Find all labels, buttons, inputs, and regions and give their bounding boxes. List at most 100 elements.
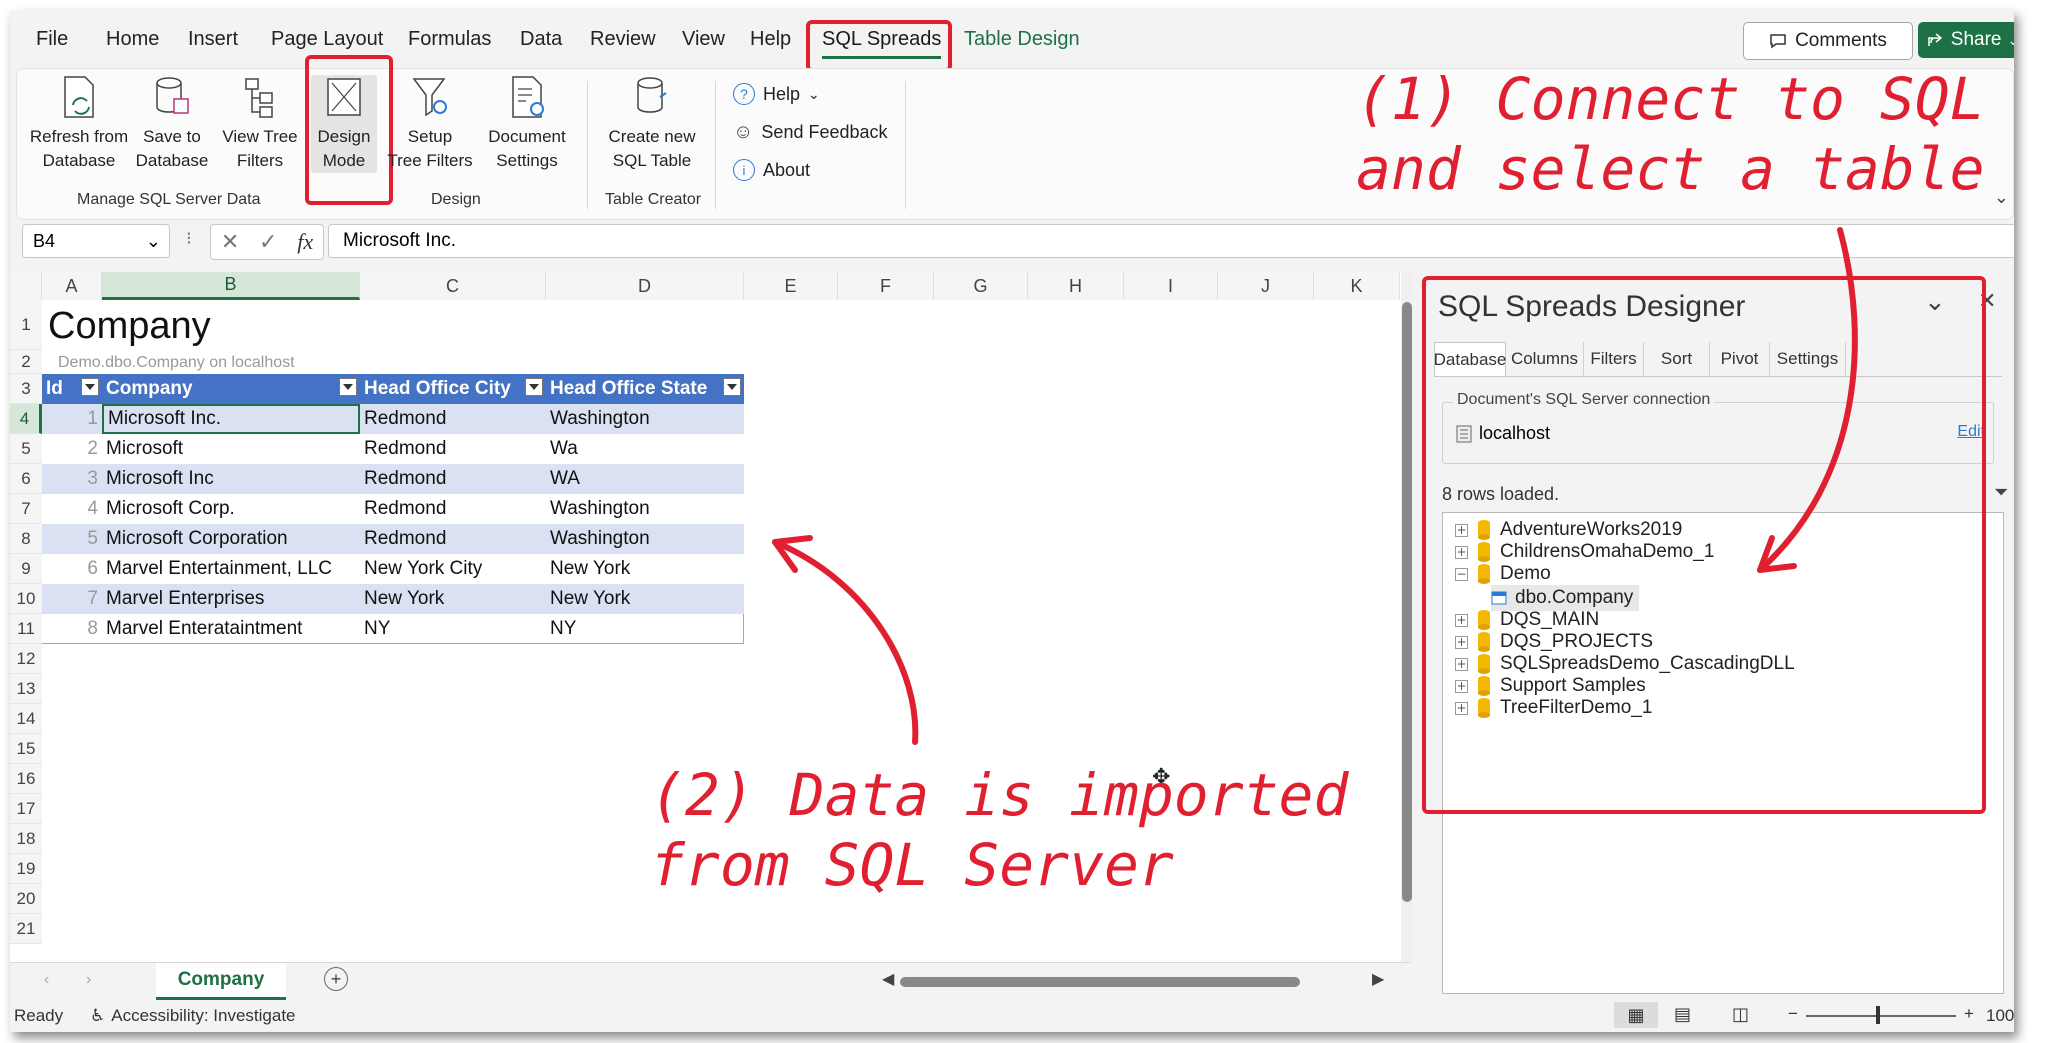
expand-icon[interactable]: + — [1455, 702, 1468, 715]
expand-icon[interactable]: + — [1455, 546, 1468, 559]
column-header[interactable]: G — [934, 272, 1028, 300]
page-layout-view-icon[interactable]: ▤ — [1674, 1004, 1691, 1025]
table-cell-id[interactable]: 4 — [42, 494, 102, 524]
table-cell-id[interactable]: 2 — [42, 434, 102, 464]
table-cell-state[interactable]: NY — [546, 614, 744, 644]
table-header-id[interactable]: Id — [42, 374, 102, 404]
column-header[interactable]: I — [1124, 272, 1218, 300]
menu-review[interactable]: Review — [590, 28, 656, 51]
row-header[interactable]: 20 — [10, 884, 42, 914]
enter-icon[interactable]: ✓ — [259, 229, 277, 255]
zoom-out-icon[interactable]: − — [1788, 1004, 1798, 1024]
prev-sheet-icon[interactable]: ‹ — [44, 971, 49, 989]
send-feedback-button[interactable]: ☺ Send Feedback — [733, 121, 888, 144]
tree-item[interactable]: −Demo — [1455, 561, 1551, 587]
table-cell-state[interactable]: New York — [546, 584, 744, 614]
filter-dropdown-icon[interactable] — [81, 378, 99, 396]
column-header[interactable]: H — [1028, 272, 1124, 300]
filter-dropdown-icon[interactable] — [723, 378, 741, 396]
column-header[interactable]: D — [546, 272, 744, 300]
row-header[interactable]: 10 — [10, 584, 42, 614]
menu-home[interactable]: Home — [106, 28, 159, 51]
normal-view-icon[interactable]: ▦ — [1614, 1002, 1658, 1028]
table-cell-company[interactable]: Microsoft Corp. — [102, 494, 360, 524]
row-header[interactable]: 11 — [10, 614, 42, 644]
table-cell-city[interactable]: Redmond — [360, 494, 546, 524]
setup-tree-filters-button[interactable]: Setup Tree Filters — [385, 75, 475, 173]
create-new-sql-table-button[interactable]: Create new SQL Table — [597, 75, 707, 173]
column-header[interactable]: F — [838, 272, 934, 300]
zoom-slider[interactable] — [1806, 1015, 1956, 1017]
sheet-subtitle[interactable]: Demo.dbo.Company on localhost — [54, 352, 295, 374]
table-cell-id[interactable]: 5 — [42, 524, 102, 554]
pane-tab-filters[interactable]: Filters — [1584, 342, 1644, 376]
cancel-icon[interactable]: ✕ — [221, 229, 239, 255]
document-settings-button[interactable]: Document Settings — [479, 75, 575, 173]
menu-data[interactable]: Data — [520, 28, 562, 51]
table-cell-city[interactable]: Redmond — [360, 524, 546, 554]
row-header[interactable]: 12 — [10, 644, 42, 674]
table-cell-city[interactable]: Redmond — [360, 464, 546, 494]
table-cell-state[interactable]: Washington — [546, 524, 744, 554]
scroll-thumb[interactable] — [1402, 302, 1412, 902]
share-button[interactable]: Share ⌄ — [1918, 22, 2014, 58]
column-header[interactable]: E — [744, 272, 838, 300]
zoom-in-icon[interactable]: + — [1964, 1004, 1974, 1024]
table-cell-state[interactable]: Washington — [546, 494, 744, 524]
view-tree-filters-button[interactable]: View Tree Filters — [215, 75, 305, 173]
about-button[interactable]: i About — [733, 159, 810, 181]
menu-file[interactable]: File — [36, 28, 68, 51]
table-cell-company[interactable]: Marvel Entertainment, LLC — [102, 554, 360, 584]
row-header[interactable]: 21 — [10, 914, 42, 944]
table-cell-city[interactable]: Redmond — [360, 404, 546, 434]
sheet-title[interactable]: Company — [44, 302, 211, 350]
column-header[interactable]: J — [1218, 272, 1314, 300]
row-header[interactable]: 15 — [10, 734, 42, 764]
row-header[interactable]: 16 — [10, 764, 42, 794]
row-header[interactable]: 3 — [10, 374, 42, 404]
menu-insert[interactable]: Insert — [188, 28, 238, 51]
table-cell-company[interactable]: Marvel Enterataintment — [102, 614, 360, 644]
menu-formulas[interactable]: Formulas — [408, 28, 491, 51]
scroll-right-icon[interactable]: ▶ — [1372, 969, 1384, 989]
table-cell-id[interactable]: 6 — [42, 554, 102, 584]
table-cell-id[interactable]: 3 — [42, 464, 102, 494]
menu-help[interactable]: Help — [750, 28, 791, 51]
menu-table-design[interactable]: Table Design — [964, 28, 1080, 51]
menu-page-layout[interactable]: Page Layout — [271, 28, 383, 51]
design-mode-button[interactable]: Design Mode — [311, 75, 377, 173]
column-header[interactable]: B — [102, 272, 360, 300]
expand-icon[interactable]: + — [1455, 680, 1468, 693]
table-cell-city[interactable]: NY — [360, 614, 546, 644]
row-header[interactable]: 14 — [10, 704, 42, 734]
table-cell-state[interactable]: Washington — [546, 404, 744, 434]
table-cell-city[interactable]: New York City — [360, 554, 546, 584]
filter-dropdown-icon[interactable] — [339, 378, 357, 396]
table-cell-company[interactable]: Microsoft — [102, 434, 360, 464]
vertical-scrollbar[interactable] — [1401, 272, 1413, 962]
row-header[interactable]: 17 — [10, 794, 42, 824]
row-header[interactable]: 13 — [10, 674, 42, 704]
add-sheet-icon[interactable]: + — [324, 967, 348, 991]
pane-tab-sort[interactable]: Sort — [1644, 342, 1710, 376]
expand-icon[interactable]: + — [1455, 524, 1468, 537]
filter-dropdown-icon[interactable] — [525, 378, 543, 396]
row-header[interactable]: 1 — [10, 300, 42, 350]
save-to-database-button[interactable]: Save to Database — [127, 75, 217, 173]
menu-view[interactable]: View — [682, 28, 725, 51]
accessibility-status[interactable]: ♿ Accessibility: Investigate — [90, 1006, 296, 1026]
table-cell-company-selected[interactable]: Microsoft Inc. — [102, 404, 360, 434]
pane-tab-database[interactable]: Database — [1434, 342, 1506, 376]
column-header[interactable]: K — [1314, 272, 1400, 300]
edit-link[interactable]: Edit — [1957, 423, 1985, 441]
menu-sql-spreads[interactable]: SQL Spreads — [822, 28, 941, 51]
table-header-company[interactable]: Company — [102, 374, 360, 404]
fx-button[interactable]: fx — [297, 229, 313, 255]
filter-icon[interactable]: ⏷ — [1994, 482, 2008, 503]
table-cell-state[interactable]: Wa — [546, 434, 744, 464]
zoom-level[interactable]: 100% — [1986, 1006, 2014, 1026]
column-header[interactable]: C — [360, 272, 546, 300]
page-break-view-icon[interactable]: ◫ — [1732, 1004, 1749, 1025]
ribbon-collapse-icon[interactable]: ⌄ — [1994, 187, 2009, 208]
table-cell-company[interactable]: Microsoft Corporation — [102, 524, 360, 554]
